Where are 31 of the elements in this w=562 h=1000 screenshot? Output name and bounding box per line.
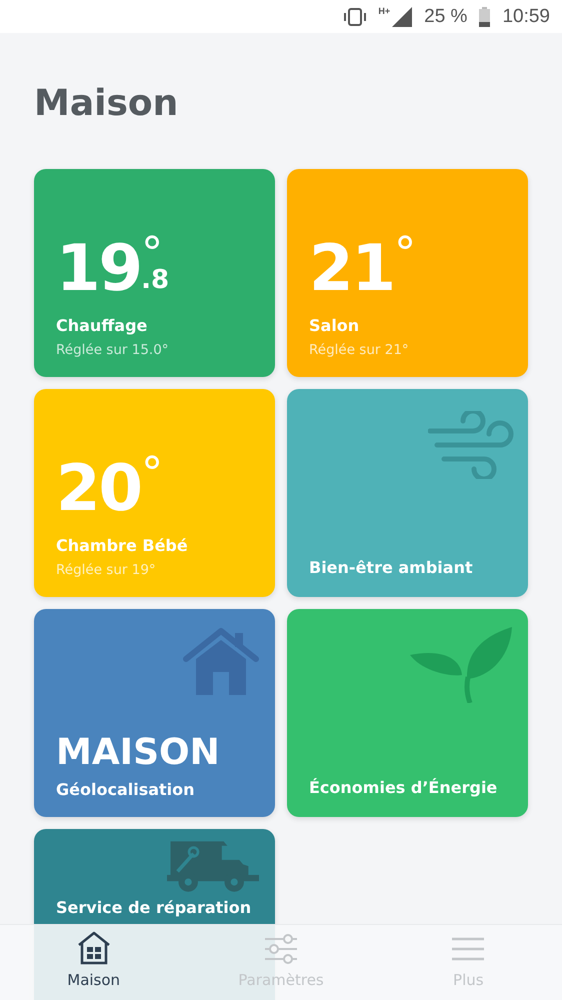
tile-title: Chauffage	[56, 315, 148, 337]
temperature-reading: 20°	[56, 457, 164, 521]
signal-icon	[392, 6, 412, 26]
tile-title: Bien-être ambiant	[309, 557, 474, 579]
temperature-reading: 21°	[309, 237, 416, 301]
network-type: H+	[378, 6, 390, 16]
house-icon	[183, 627, 259, 695]
setpoint-text: Réglée sur 15.0°	[56, 341, 170, 360]
vibrate-icon	[342, 8, 368, 26]
sliders-icon	[264, 931, 298, 965]
setpoint-text: Réglée sur 19°	[56, 561, 157, 580]
battery-icon	[479, 6, 490, 26]
tile-card[interactable]: Bien-être ambiant	[287, 389, 528, 597]
repair-van-icon	[167, 841, 259, 893]
clock: 10:59	[502, 6, 550, 28]
tile-title: Service de réparation	[56, 897, 252, 919]
wind-icon	[428, 411, 514, 479]
tile-title: Chambre Bébé	[56, 535, 189, 557]
tile-title: Économies d’Énergie	[309, 777, 498, 799]
home-icon	[76, 931, 111, 965]
setpoint-text: Réglée sur 21°	[309, 341, 410, 360]
mode-label: MAISON	[56, 733, 221, 773]
tile-card[interactable]: 20° Chambre Bébé Réglée sur 19°	[34, 389, 275, 597]
leaves-icon	[410, 627, 514, 703]
tile-card[interactable]: 21° Salon Réglée sur 21°	[287, 169, 528, 377]
tile-card[interactable]: Économies d’Énergie	[287, 609, 528, 817]
battery-percentage: 25 %	[424, 6, 468, 28]
tile-title: Salon	[309, 315, 360, 337]
tile-title: Géolocalisation	[56, 779, 196, 801]
page-title: Maison	[34, 83, 180, 125]
tile-card[interactable]: MAISON Géolocalisation	[34, 609, 275, 817]
